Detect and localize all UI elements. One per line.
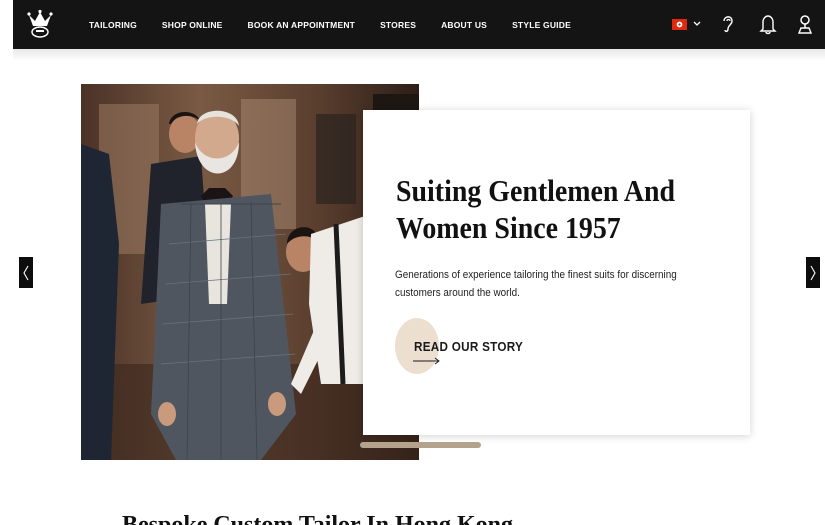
hero-subtext: Generations of experience tailoring the … bbox=[395, 269, 677, 299]
hero-card: Suiting Gentlemen And Women Since 1957 G… bbox=[363, 110, 750, 435]
crown-logo-icon[interactable] bbox=[27, 9, 53, 39]
nav-item-tailoring[interactable]: TAILORING bbox=[89, 20, 137, 30]
arrow-right-icon bbox=[413, 357, 440, 365]
chevron-right-icon bbox=[810, 265, 816, 280]
hero-headline: Suiting Gentlemen And Women Since 1957 bbox=[396, 173, 676, 245]
cta-label: READ OUR STORY bbox=[414, 339, 524, 354]
nav-item-style-guide[interactable]: STYLE GUIDE bbox=[512, 20, 571, 30]
bell-icon[interactable] bbox=[759, 13, 777, 35]
nav-item-about-us[interactable]: ABOUT US bbox=[441, 20, 487, 30]
chevron-down-icon[interactable] bbox=[692, 18, 702, 30]
read-our-story-button[interactable]: READ OUR STORY bbox=[395, 318, 555, 376]
carousel-prev-button[interactable] bbox=[19, 257, 33, 288]
ear-icon[interactable] bbox=[719, 13, 737, 35]
location-pin-icon[interactable] bbox=[796, 13, 814, 35]
nav-item-shop-online[interactable]: SHOP ONLINE bbox=[162, 20, 223, 30]
hong-kong-flag-icon[interactable] bbox=[672, 19, 687, 30]
section-title: Bespoke Custom Tailor In Hong Kong bbox=[122, 512, 513, 525]
carousel-next-button[interactable] bbox=[806, 257, 820, 288]
main-nav: TAILORING SHOP ONLINE BOOK AN APPOINTMEN… bbox=[89, 0, 596, 49]
nav-item-stores[interactable]: STORES bbox=[380, 20, 416, 30]
nav-item-book-appointment[interactable]: BOOK AN APPOINTMENT bbox=[248, 20, 356, 30]
top-navigation-bar: TAILORING SHOP ONLINE BOOK AN APPOINTMEN… bbox=[13, 0, 825, 49]
chevron-left-icon bbox=[23, 265, 29, 280]
slide-progress-indicator bbox=[360, 442, 481, 448]
topbar-shadow bbox=[13, 49, 825, 61]
